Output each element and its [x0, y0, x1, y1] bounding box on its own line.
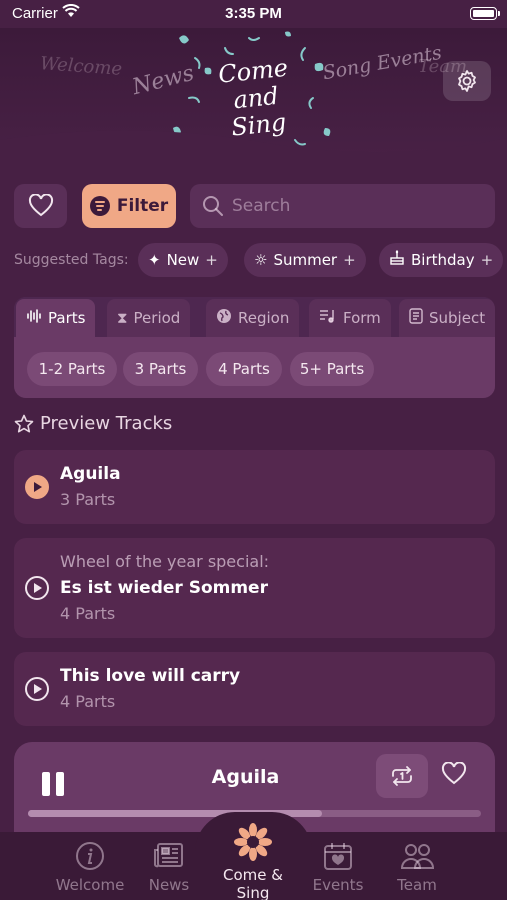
track-title: Es ist wieder Sommer	[60, 578, 268, 598]
newspaper-icon	[124, 840, 214, 872]
globe-icon	[216, 308, 232, 328]
tab-bar: Welcome News Come & Sing Events Team	[0, 812, 507, 900]
tab-label: Parts	[48, 309, 86, 327]
people-icon	[372, 840, 462, 872]
part-option-3[interactable]: 3 Parts	[123, 352, 198, 386]
gear-icon	[458, 70, 476, 92]
sun-icon: ☼	[254, 251, 268, 269]
tab-news[interactable]: News	[124, 840, 214, 894]
suggested-tags-label: Suggested Tags:	[14, 252, 129, 268]
header-wave-divider	[0, 130, 507, 180]
search-icon	[203, 196, 223, 216]
tab-label: News	[148, 876, 190, 894]
search-field[interactable]	[190, 184, 495, 228]
tab-label: Come & Sing	[223, 866, 283, 900]
tab-label: Team	[397, 876, 437, 894]
preview-tracks-heading: Preview Tracks	[14, 413, 172, 434]
track-subtitle: Wheel of the year special:	[60, 552, 270, 571]
play-icon	[34, 583, 42, 593]
plus-icon: +	[343, 251, 356, 269]
tag-label: New	[166, 251, 200, 269]
track-parts: 4 Parts	[60, 692, 116, 711]
tab-label: Events	[312, 876, 364, 894]
play-icon	[34, 482, 42, 492]
cake-icon	[389, 250, 405, 270]
battery-icon	[470, 7, 500, 20]
track-parts: 4 Parts	[60, 604, 116, 623]
star-icon	[14, 414, 34, 432]
tab-events[interactable]: Events	[293, 840, 383, 894]
part-option-4[interactable]: 4 Parts	[206, 352, 282, 386]
part-option-5plus[interactable]: 5+ Parts	[290, 352, 374, 386]
tab-parts[interactable]: Parts	[16, 299, 96, 337]
repeat-icon	[392, 766, 412, 786]
play-button[interactable]	[25, 475, 49, 499]
info-icon	[45, 840, 135, 872]
tab-label: Region	[238, 309, 290, 327]
document-icon	[409, 308, 423, 328]
track-row[interactable]: This love will carry 4 Parts	[14, 652, 495, 726]
tag-label: Summer	[273, 251, 338, 269]
tab-label: Subject	[429, 309, 486, 327]
tab-welcome[interactable]: Welcome	[45, 840, 135, 894]
status-bar: Carrier 3:35 PM	[0, 0, 507, 28]
suggested-tags-row: Suggested Tags: ✦ New + ☼ Summer + Birth…	[14, 243, 507, 277]
category-tabs: Parts ⧗ Period Region Form Subject	[14, 297, 495, 337]
section-title: Preview Tracks	[40, 413, 173, 434]
calendar-heart-icon	[293, 840, 383, 872]
flower-icon	[208, 822, 298, 862]
toolbar: Filter	[14, 184, 495, 229]
play-button[interactable]	[25, 576, 49, 600]
play-button[interactable]	[25, 677, 49, 701]
track-title: Aguila	[60, 464, 121, 484]
clock: 3:35 PM	[225, 5, 282, 22]
track-title: This love will carry	[60, 666, 241, 686]
heart-icon	[28, 194, 53, 217]
repeat-button[interactable]	[376, 754, 428, 798]
tag-chip-new[interactable]: ✦ New +	[138, 243, 228, 277]
waveform-icon	[26, 309, 42, 327]
tag-chip-summer[interactable]: ☼ Summer +	[244, 243, 366, 277]
tab-team[interactable]: Team	[372, 840, 462, 894]
favorites-button[interactable]	[14, 184, 67, 228]
part-option-1-2[interactable]: 1-2 Parts	[27, 352, 117, 386]
header-nav-welcome[interactable]: Welcome	[39, 53, 122, 80]
heart-icon[interactable]	[441, 762, 467, 786]
plus-icon: +	[480, 251, 494, 269]
plus-icon: +	[205, 251, 218, 269]
tab-region[interactable]: Region	[206, 299, 300, 337]
filter-icon	[89, 196, 110, 216]
tab-come-and-sing[interactable]: Come & Sing	[208, 822, 298, 900]
tab-label: Welcome	[55, 876, 125, 894]
sparkles-icon: ✦	[148, 251, 161, 269]
settings-button[interactable]	[443, 61, 491, 101]
music-list-icon	[319, 309, 337, 327]
tag-chip-birthday[interactable]: Birthday +	[379, 243, 504, 277]
search-input[interactable]	[232, 184, 482, 228]
tab-label: Period	[133, 309, 181, 327]
tab-label: Form	[343, 309, 381, 327]
parts-options: 1-2 Parts 3 Parts 4 Parts 5+ Parts	[14, 337, 495, 398]
filter-button-label: Filter	[116, 196, 169, 216]
filter-panel: Parts ⧗ Period Region Form Subject 1-2 P…	[14, 297, 495, 398]
filter-button[interactable]: Filter	[82, 184, 176, 228]
track-parts: 3 Parts	[60, 490, 116, 509]
tab-period[interactable]: ⧗ Period	[107, 299, 191, 337]
hourglass-icon: ⧗	[117, 309, 128, 327]
play-icon	[34, 684, 42, 694]
tab-subject[interactable]: Subject	[399, 299, 495, 337]
tab-form[interactable]: Form	[309, 299, 391, 337]
track-row[interactable]: Aguila 3 Parts	[14, 450, 495, 524]
track-row[interactable]: Wheel of the year special: Es ist wieder…	[14, 538, 495, 638]
tag-label: Birthday	[411, 251, 475, 269]
